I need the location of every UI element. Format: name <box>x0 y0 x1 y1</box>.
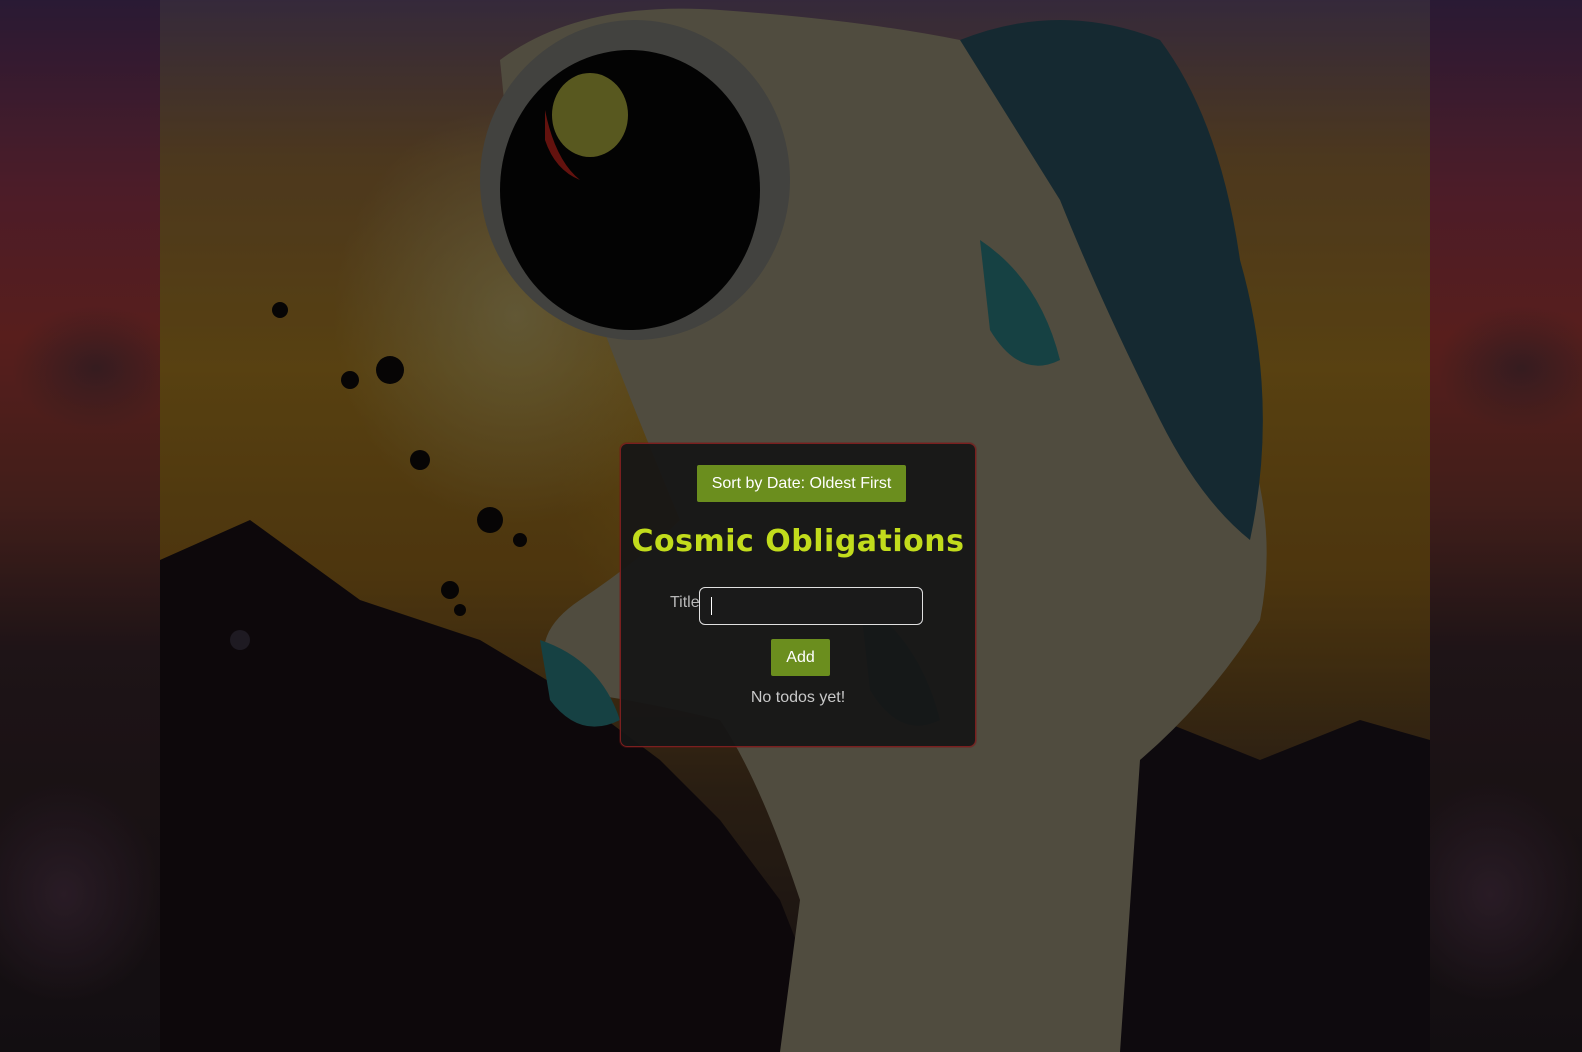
page: Sort by Date: Oldest First Cosmic Obliga… <box>0 0 1582 1052</box>
page-title: Cosmic Obligations <box>631 524 965 559</box>
add-todo-button[interactable]: Add <box>771 639 830 676</box>
title-field-label: Title <box>670 594 700 611</box>
empty-state-message: No todos yet! <box>750 689 846 706</box>
title-input[interactable] <box>699 587 923 625</box>
text-cursor <box>711 597 712 615</box>
sort-by-date-button[interactable]: Sort by Date: Oldest First <box>697 465 906 502</box>
todo-card: Sort by Date: Oldest First Cosmic Obliga… <box>620 443 976 747</box>
